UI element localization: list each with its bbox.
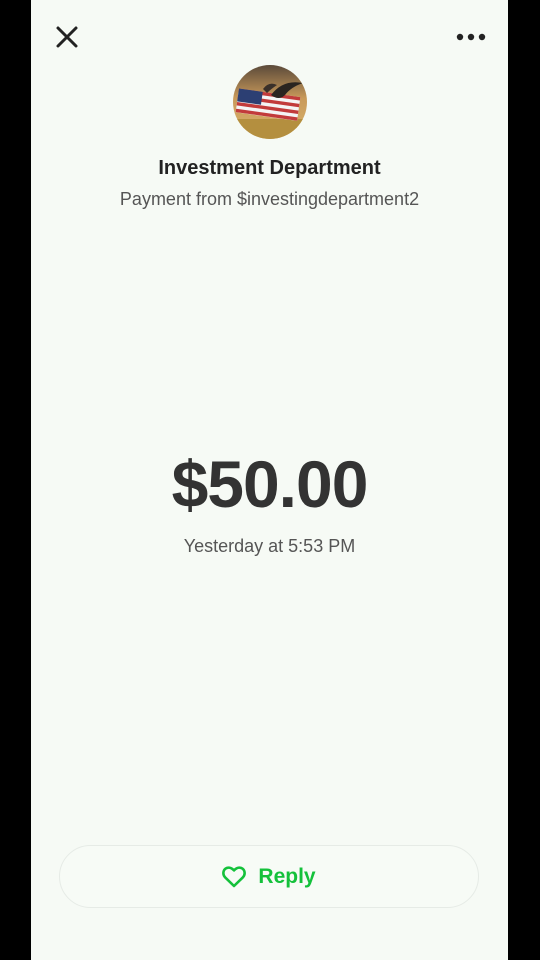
payment-source: Payment from $investingdepartment2 (119, 189, 420, 209)
flag-eagle-avatar (233, 65, 307, 139)
more-horizontal-icon (456, 33, 486, 41)
heart-icon (222, 865, 247, 887)
sender-name: Investment Department (158, 157, 381, 179)
payment-detail-screen: Investment Department Payment from $inve… (31, 0, 508, 960)
close-button[interactable] (55, 25, 79, 49)
payment-timestamp: Yesterday at 5:53 PM (183, 536, 356, 556)
more-options-button[interactable] (455, 28, 487, 46)
avatar[interactable] (233, 65, 307, 139)
reply-label: Reply (258, 864, 316, 888)
close-icon (56, 26, 78, 48)
reply-button[interactable]: Reply (59, 845, 479, 908)
payment-amount: $50.00 (171, 447, 369, 521)
